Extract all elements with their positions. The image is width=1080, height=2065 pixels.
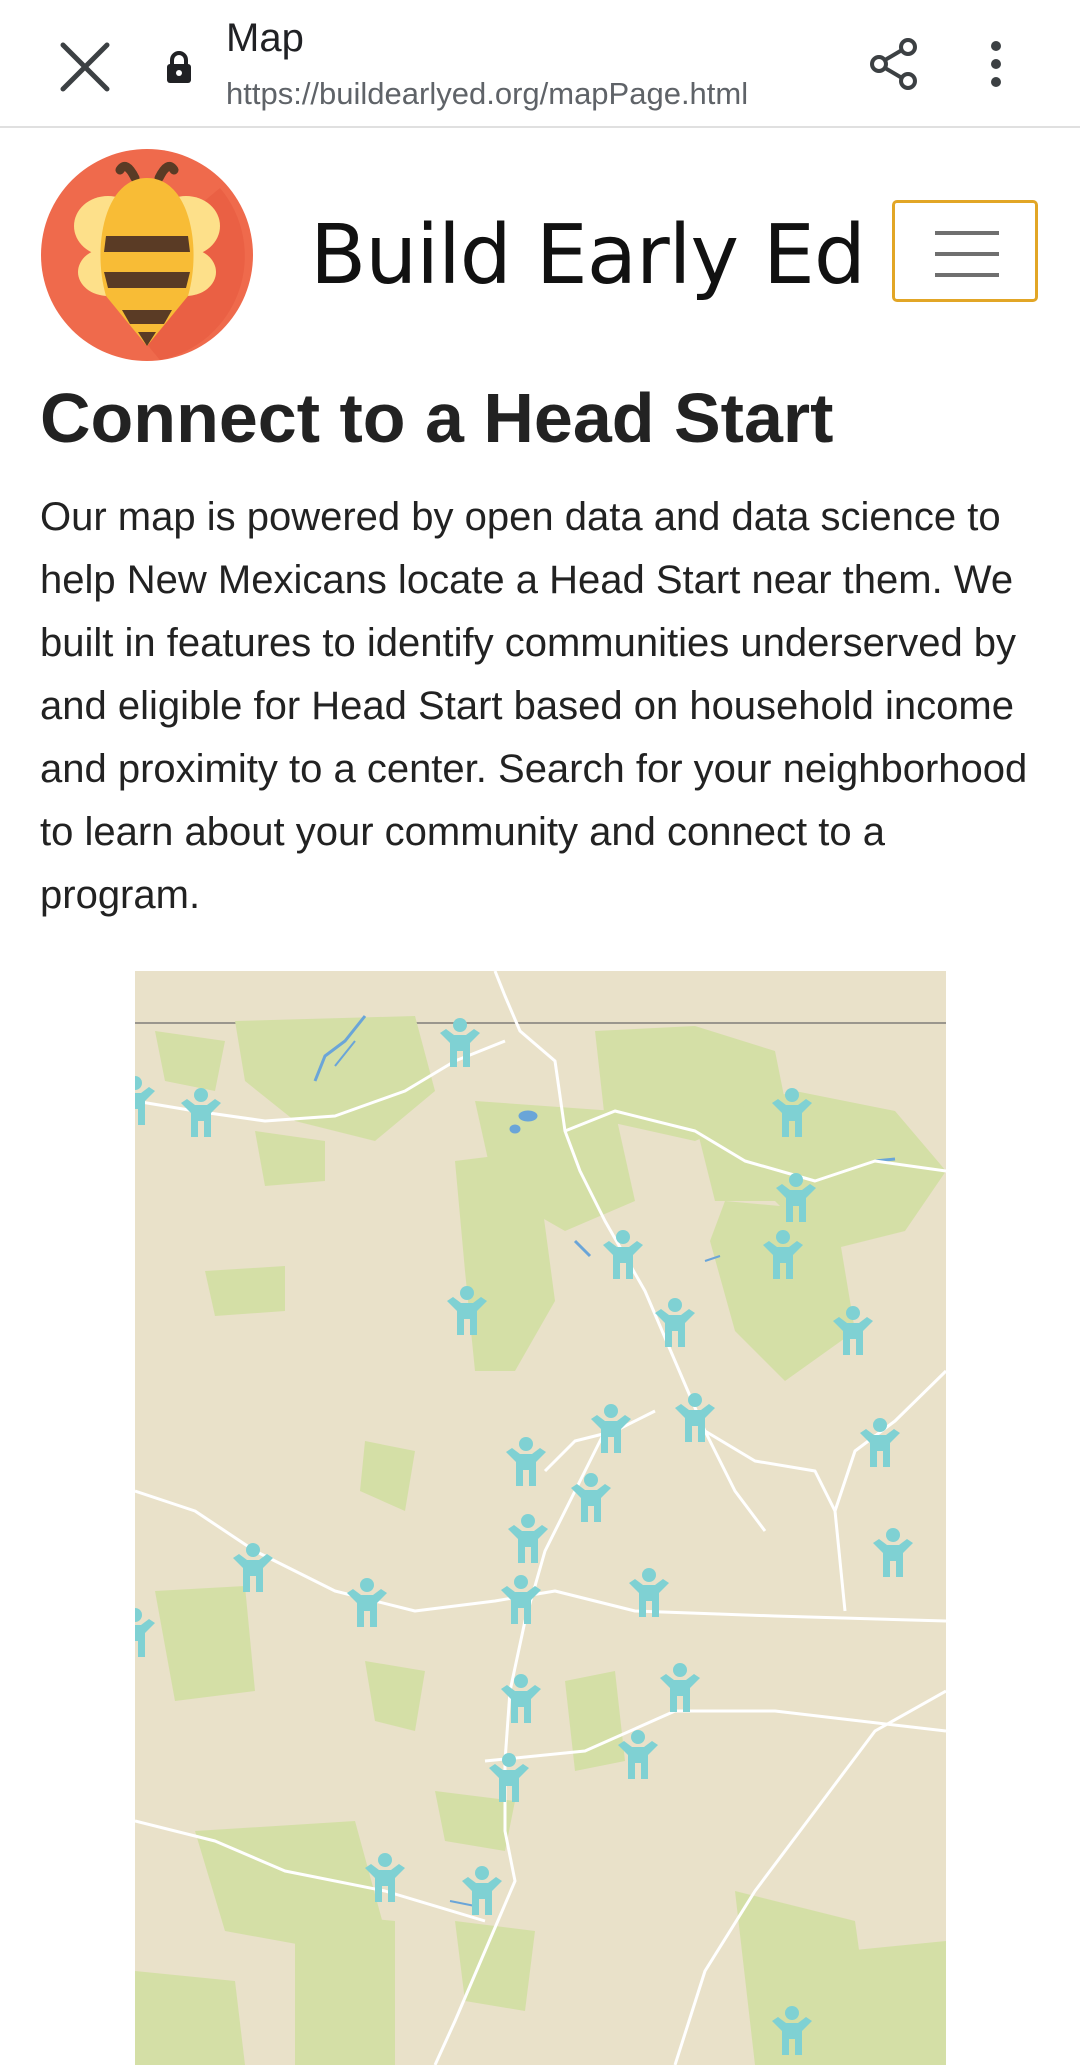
hamburger-icon [935,273,999,277]
share-icon[interactable] [866,36,922,92]
bee-logo[interactable] [40,148,254,362]
url-text[interactable]: https://buildearlyed.org/mapPage.html [226,76,748,112]
lock-icon [167,51,191,83]
browser-toolbar: Map https://buildearlyed.org/mapPage.htm… [0,0,1080,128]
site-header: Build Early Ed [0,128,1080,368]
page-heading: Connect to a Head Start [40,379,834,457]
head-start-map[interactable] [135,971,946,2065]
hamburger-icon [935,231,999,235]
intro-paragraph: Our map is powered by open data and data… [40,495,1028,917]
more-vert-icon[interactable] [976,36,1016,92]
close-icon[interactable] [50,32,120,102]
hamburger-icon [935,252,999,256]
menu-button[interactable] [892,200,1038,302]
site-title: Build Early Ed [310,208,866,303]
map-canvas[interactable] [135,971,946,2065]
page-title: Map [226,16,304,60]
